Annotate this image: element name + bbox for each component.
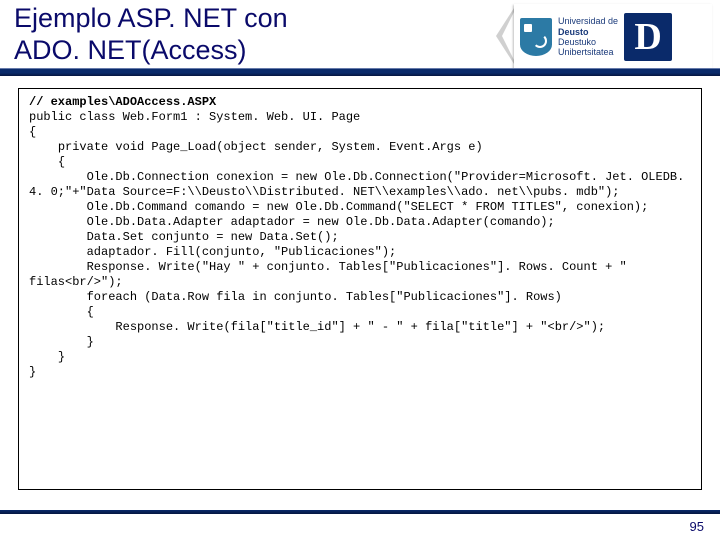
page-number: 95 <box>690 519 704 534</box>
slide-title: Ejemplo ASP. NET con ADO. NET(Access) <box>14 2 288 67</box>
uni-eu-2: Unibertsitatea <box>558 47 618 57</box>
chevron-icon <box>496 8 514 64</box>
code-line: adaptador. Fill(conjunto, "Publicaciones… <box>29 245 396 259</box>
code-line: Ole.Db.Command comando = new Ole.Db.Comm… <box>29 200 648 214</box>
title-line-1: Ejemplo ASP. NET con <box>14 3 288 33</box>
uni-eu-1: Deustuko <box>558 37 618 47</box>
code-line: foreach (Data.Row fila in conjunto. Tabl… <box>29 290 562 304</box>
logo-letter: D <box>624 13 672 61</box>
code-line: } <box>29 350 65 364</box>
code-line: Ole.Db.Connection conexion = new Ole.Db.… <box>29 170 692 199</box>
code-line: } <box>29 365 36 379</box>
footer-accent-bar <box>0 510 720 514</box>
code-text: // examples\ADOAccess.ASPX public class … <box>29 95 691 380</box>
code-line: { <box>29 155 65 169</box>
code-line: public class Web.Form1 : System. Web. UI… <box>29 110 360 124</box>
code-line: { <box>29 125 36 139</box>
university-name: Universidad de Deusto Deustuko Unibertsi… <box>558 16 618 57</box>
code-block: // examples\ADOAccess.ASPX public class … <box>18 88 702 490</box>
slide-header: Ejemplo ASP. NET con ADO. NET(Access) Un… <box>0 0 720 78</box>
title-line-2: ADO. NET(Access) <box>14 35 247 65</box>
university-logo: Universidad de Deusto Deustuko Unibertsi… <box>514 4 712 70</box>
header-accent-bar <box>0 68 720 76</box>
code-line: Data.Set conjunto = new Data.Set(); <box>29 230 339 244</box>
code-comment-path: // examples\ADOAccess.ASPX <box>29 95 216 109</box>
code-line: Ole.Db.Data.Adapter adaptador = new Ole.… <box>29 215 555 229</box>
code-line: Response. Write("Hay " + conjunto. Table… <box>29 260 634 289</box>
code-line: } <box>29 335 94 349</box>
shield-icon <box>520 18 552 56</box>
uni-es-1: Universidad de <box>558 16 618 26</box>
code-line: private void Page_Load(object sender, Sy… <box>29 140 483 154</box>
code-line: Response. Write(fila["title_id"] + " - "… <box>29 320 605 334</box>
uni-es-2: Deusto <box>558 27 618 37</box>
code-line: { <box>29 305 94 319</box>
